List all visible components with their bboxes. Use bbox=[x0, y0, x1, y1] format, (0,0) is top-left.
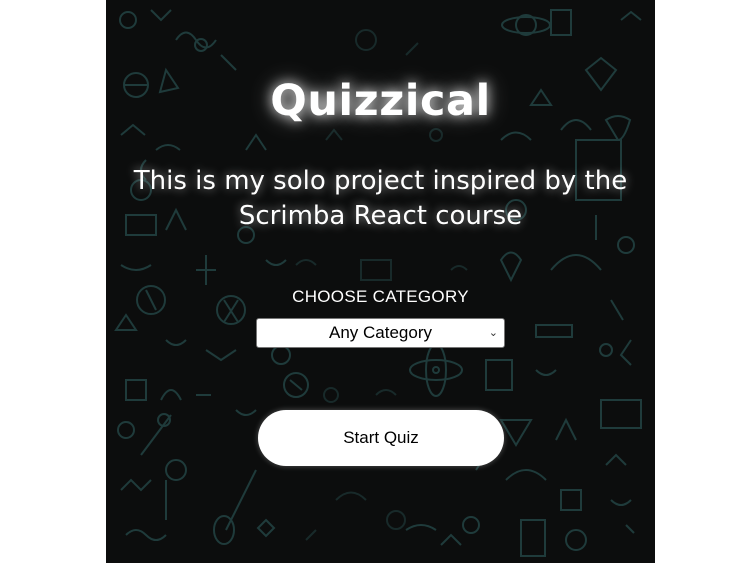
app-background: Quizzical This is my solo project inspir… bbox=[106, 0, 655, 563]
category-select[interactable]: Any Category ⌄ bbox=[256, 318, 505, 348]
category-select-value: Any Category bbox=[329, 323, 432, 342]
app-subtitle: This is my solo project inspired by the … bbox=[133, 166, 628, 231]
start-screen: Quizzical This is my solo project inspir… bbox=[106, 0, 655, 563]
category-label: CHOOSE CATEGORY bbox=[292, 287, 469, 306]
app-title: Quizzical bbox=[270, 76, 491, 126]
chevron-down-icon: ⌄ bbox=[488, 327, 498, 339]
start-quiz-button[interactable]: Start Quiz bbox=[258, 410, 504, 466]
